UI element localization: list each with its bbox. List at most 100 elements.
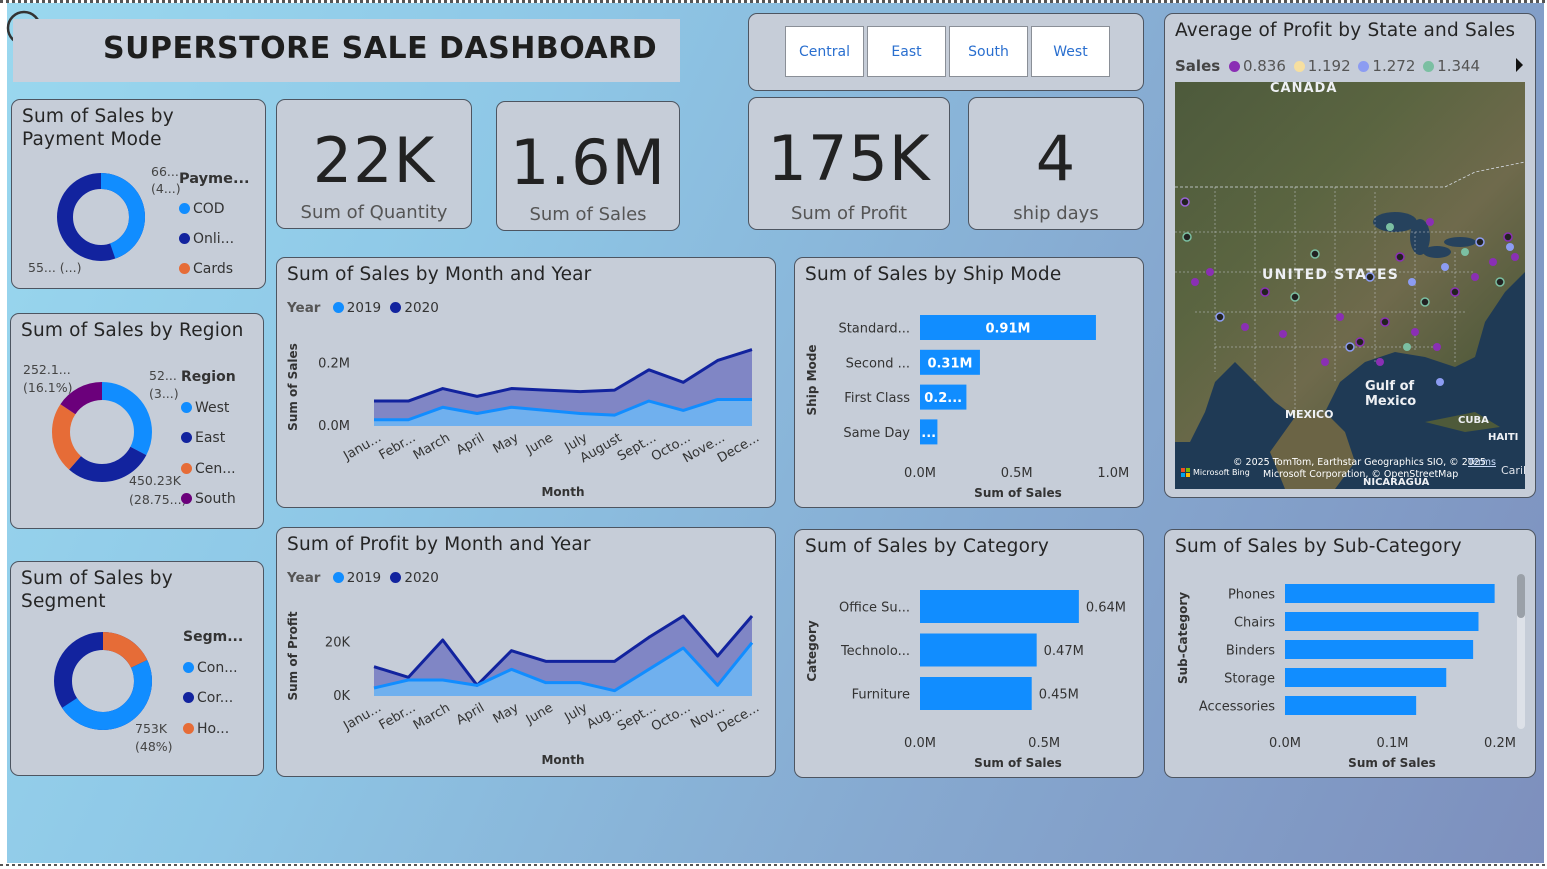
category-label: Second ...	[846, 356, 910, 371]
y-axis-title: Ship Mode	[805, 345, 819, 416]
data-label: 0.47M	[1044, 644, 1084, 659]
ship-mode-bar-chart[interactable]: Standard... 0.91M Second ... 0.31M First Cla…	[795, 258, 1144, 508]
chart-title: Average of Profit by State and Sales	[1175, 20, 1516, 41]
category-label: Storage	[1224, 672, 1275, 687]
x-tick-label: Octo...	[649, 700, 693, 734]
donut-label: 66...	[151, 164, 179, 179]
bar[interactable]	[1285, 668, 1447, 687]
donut-label: 55... (...)	[28, 260, 81, 275]
region-button-south[interactable]: South	[949, 26, 1028, 77]
legend-item-cards[interactable]: Cards	[179, 254, 250, 284]
x-tick-label: 0.0M	[1269, 736, 1301, 751]
category-label: Accessories	[1199, 700, 1275, 715]
kpi-value: 1.6M	[509, 126, 667, 199]
bing-text: Microsoft Bing	[1193, 468, 1250, 477]
x-tick-label: Janu...	[340, 700, 384, 734]
category-label: Same Day	[843, 426, 910, 441]
map-label: HAITI	[1488, 432, 1518, 443]
donut-label: (4...)	[151, 181, 181, 196]
legend-item-corporate[interactable]: Cor...	[183, 683, 243, 714]
map-label: CUBA	[1458, 415, 1489, 426]
legend-item-east[interactable]: East	[181, 423, 236, 454]
bar[interactable]	[1285, 640, 1474, 659]
y-tick-label: 0K	[333, 689, 350, 704]
x-tick-label: 1.0M	[1097, 466, 1129, 481]
map-attribution: Microsoft Corporation, © OpenStreetMap	[1263, 469, 1458, 480]
profit-month-area-chart[interactable]: 20K0KJanu...Febr...March April May June July…	[277, 528, 776, 777]
legend-item-home-office[interactable]: Ho...	[183, 714, 243, 745]
scrollbar-thumb[interactable]	[1517, 574, 1525, 618]
bar[interactable]	[1285, 696, 1417, 715]
y-tick-label: 0.2M	[318, 357, 350, 372]
sub-category-card[interactable]: Sum of Sales by Sub-Category Phones Chair…	[1164, 529, 1536, 778]
payment-mode-card[interactable]: Sum of Sales by Payment Mode 66... (4...…	[11, 99, 266, 289]
sales-month-area-chart[interactable]: 0.2M0.0MJanu...Febr...March April May June J…	[277, 258, 776, 508]
x-tick-label: April	[454, 430, 487, 458]
kpi-card-profit: 175K Sum of Profit	[748, 97, 950, 230]
category-label: Office Su...	[839, 601, 910, 616]
donut-label: 753K	[135, 721, 168, 736]
title-banner: SUPERSTORE SALE DASHBOARD	[13, 19, 680, 82]
data-label: 0.45M	[1039, 688, 1079, 703]
map-card[interactable]: Average of Profit by State and Sales Sal…	[1164, 13, 1536, 498]
category-bar-chart[interactable]: Office Su... 0.64M Technolo... 0.47M Furnitu…	[795, 530, 1144, 778]
x-tick-label: 0.0M	[904, 466, 936, 481]
legend-title: Region	[181, 369, 236, 385]
y-tick-label: 20K	[325, 636, 351, 651]
x-axis-title: Sum of Sales	[974, 756, 1062, 770]
sub-category-bar-chart[interactable]: Phones Chairs Binders Storage Accessories 0.0…	[1165, 530, 1536, 778]
scrollbar[interactable]	[1517, 574, 1525, 729]
legend-item[interactable]: 0.836	[1228, 57, 1286, 75]
bar[interactable]	[920, 677, 1032, 710]
region-button-west[interactable]: West	[1031, 26, 1110, 77]
bar[interactable]	[920, 590, 1079, 623]
profit-month-card[interactable]: Sum of Profit by Month and Year Year 201…	[276, 527, 776, 777]
data-label: 0.91M	[985, 322, 1030, 337]
legend-item-cod[interactable]: COD	[179, 194, 250, 224]
category-label: First Class	[844, 391, 910, 406]
y-axis-title: Sum of Profit	[286, 611, 300, 700]
map-label: MEXICO	[1285, 408, 1333, 421]
x-tick-label: Febr...	[377, 700, 419, 733]
kpi-value: 175K	[767, 122, 931, 195]
category-label: Technolo...	[840, 644, 910, 659]
map-label: CANADA	[1270, 82, 1337, 96]
region-card[interactable]: Sum of Sales by Region 252.1... (16.1%) …	[10, 313, 264, 529]
terms-link[interactable]: Terms	[1467, 457, 1496, 468]
donut-label: 252.1...	[23, 362, 71, 377]
legend-item-central[interactable]: Cen...	[181, 454, 236, 485]
y-axis-title: Category	[805, 620, 819, 682]
chevron-right-icon[interactable]	[1513, 57, 1525, 73]
region-slicer: Central East South West	[748, 13, 1144, 91]
sales-month-card[interactable]: Sum of Sales by Month and Year Year 2019…	[276, 257, 776, 508]
x-tick-label: Janu...	[340, 430, 384, 464]
ship-mode-card[interactable]: Sum of Sales by Ship Mode Standard... 0.9…	[794, 257, 1144, 508]
legend-item-west[interactable]: West	[181, 393, 236, 424]
legend-item[interactable]: 1.272	[1358, 57, 1415, 75]
x-tick-label: May	[491, 430, 522, 457]
legend-item-online[interactable]: Onli...	[179, 224, 250, 254]
x-tick-label: Febr...	[377, 430, 419, 463]
region-button-central[interactable]: Central	[785, 26, 864, 77]
category-label: Standard...	[838, 322, 910, 337]
data-label: 0.64M	[1086, 601, 1126, 616]
segment-card[interactable]: Sum of Sales by Segment 753K (48%) Segm.…	[10, 561, 264, 776]
legend-item-south[interactable]: South	[181, 484, 236, 515]
legend-item[interactable]: 1.344	[1423, 57, 1480, 75]
legend-item-consumer[interactable]: Con...	[183, 653, 243, 684]
map-view[interactable]: CANADA UNITED STATES Gulf of Mexico MEXI…	[1175, 82, 1525, 489]
bar[interactable]	[1285, 584, 1495, 603]
bar[interactable]	[920, 633, 1037, 667]
map-label: Mexico	[1365, 394, 1416, 409]
x-tick-label: June	[523, 700, 556, 728]
bar[interactable]	[1285, 612, 1479, 631]
x-axis-title: Sum of Sales	[1348, 756, 1436, 770]
donut-label: 450.23K	[129, 473, 182, 488]
category-card[interactable]: Sum of Sales by Category Office Su... 0.6…	[794, 529, 1144, 778]
x-tick-label: 0.2M	[1484, 736, 1516, 751]
legend-item[interactable]: 1.192	[1293, 57, 1351, 75]
donut-label: (16.1%)	[23, 380, 72, 395]
region-button-east[interactable]: East	[867, 26, 946, 77]
kpi-label: Sum of Quantity	[300, 202, 448, 223]
map-attribution: © 2025 TomTom, Earthstar Geographics SIO…	[1233, 457, 1486, 468]
